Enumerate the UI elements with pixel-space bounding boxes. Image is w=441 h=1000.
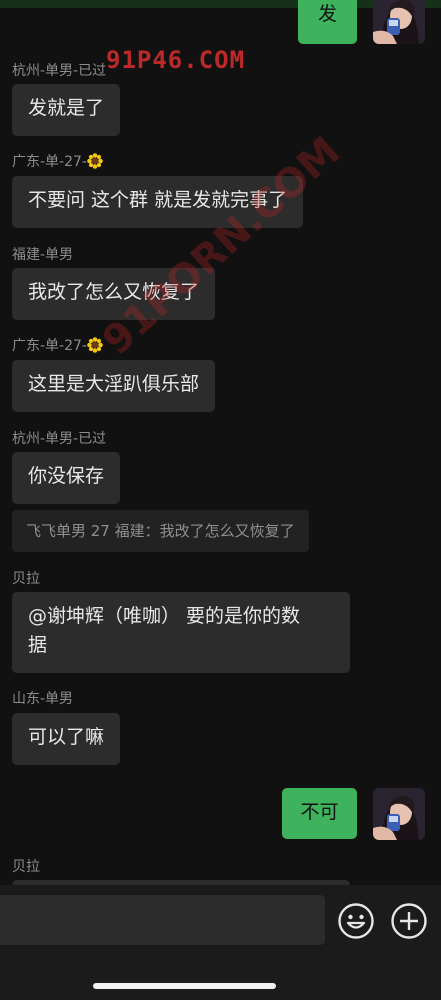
sender-name: 杭州-单男-已过 xyxy=(12,63,107,79)
sunflower-icon xyxy=(87,153,103,169)
outgoing-message-bubble[interactable]: 不可 xyxy=(282,788,357,839)
incoming-message-bubble[interactable]: 你没保存 xyxy=(12,452,121,504)
incoming-message-bubble[interactable]: @谢坤辉（唯咖） 要的是你的数 据 xyxy=(12,592,350,673)
sender-name-text: 广东-单-27- xyxy=(12,154,87,170)
incoming-message-bubble[interactable]: 这里是大淫趴俱乐部 xyxy=(12,360,216,412)
message-input[interactable] xyxy=(0,895,325,945)
incoming-message-bubble[interactable]: 发就是了 xyxy=(12,84,121,136)
incoming-message-bubble[interactable]: 可以了嘛 xyxy=(12,713,121,765)
sender-name: 贝拉 xyxy=(12,571,40,587)
message-text: 这里是大淫趴俱乐部 xyxy=(28,373,200,395)
sender-name-text: 广东-单-27- xyxy=(12,338,87,354)
sunflower-icon xyxy=(87,337,103,353)
sender-name: 杭州-单男-已过 xyxy=(12,431,107,447)
sender-name: 山东-单男 xyxy=(12,691,74,707)
watermark-header-text: 91P46.COM xyxy=(106,46,246,74)
sender-name: 贝拉 xyxy=(12,859,40,875)
message-text: 发就是了 xyxy=(28,97,105,119)
message-text-line: @谢坤辉（唯咖） 要的是你的数 xyxy=(28,605,301,627)
watermark-diagonal-text: 91PORN.COM xyxy=(94,128,349,365)
message-text: 可以了嘛 xyxy=(28,726,105,748)
my-avatar[interactable] xyxy=(373,788,425,840)
message-text: 不可 xyxy=(300,801,339,823)
message-list[interactable]: 发 杭州-单男-已过 发就是了 广东-单-27- 不要问 这个群 就是发就完事了… xyxy=(0,0,441,885)
smiley-face-icon[interactable] xyxy=(337,902,375,940)
sender-name: 福建-单男 xyxy=(12,247,74,263)
my-avatar[interactable] xyxy=(373,0,425,44)
message-text: 发 xyxy=(317,3,337,25)
home-indicator[interactable] xyxy=(93,983,276,989)
outgoing-message-bubble[interactable]: 发 xyxy=(298,0,357,44)
chat-screen: 发 杭州-单男-已过 发就是了 广东-单-27- 不要问 这个群 就是发就完事了… xyxy=(0,0,441,1000)
message-text: 你没保存 xyxy=(28,465,105,487)
message-text-line: 据 xyxy=(28,634,48,656)
sender-name: 广东-单-27- xyxy=(12,337,103,355)
plus-circle-icon[interactable] xyxy=(390,902,428,940)
sender-name: 广东-单-27- xyxy=(12,153,103,171)
quoted-message[interactable]: 飞飞单男 27 福建：我改了怎么又恢复了 xyxy=(12,510,309,552)
